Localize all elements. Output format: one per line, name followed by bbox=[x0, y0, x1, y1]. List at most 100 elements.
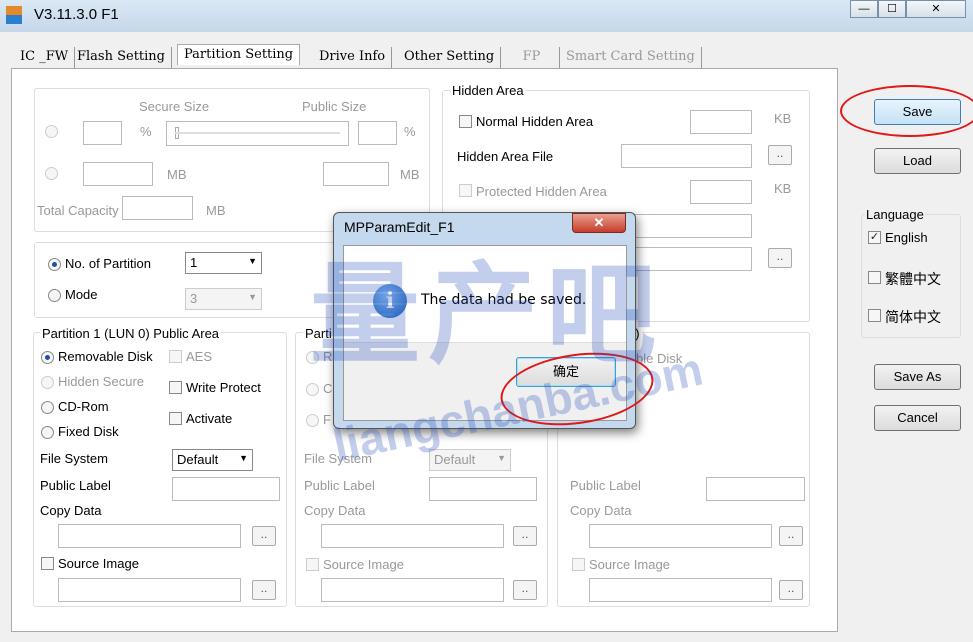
secure-mb-input[interactable] bbox=[83, 162, 153, 186]
kb-unit: KB bbox=[774, 111, 792, 126]
hidden-secure-label: Hidden Secure bbox=[58, 374, 144, 389]
source-image-input[interactable] bbox=[58, 578, 241, 602]
public-mb-input[interactable] bbox=[323, 162, 389, 186]
simplified-chinese-label: 简体中文 bbox=[885, 309, 941, 325]
p2-public-label-label: Public Label bbox=[304, 478, 375, 493]
activate-checkbox[interactable] bbox=[169, 412, 182, 425]
app-icon bbox=[6, 6, 22, 24]
simplified-chinese-checkbox[interactable] bbox=[868, 309, 881, 322]
p2-source-image-input[interactable] bbox=[321, 578, 504, 602]
tab-ic-fw[interactable]: IC _FW bbox=[14, 47, 76, 68]
hidden-area-file-label: Hidden Area File bbox=[457, 149, 554, 164]
fixed-disk-label: Fixed Disk bbox=[58, 424, 119, 439]
maximize-button[interactable]: ☐ bbox=[878, 0, 906, 18]
normal-hidden-area-checkbox[interactable] bbox=[459, 115, 472, 128]
language-title: Language bbox=[865, 207, 925, 222]
tab-other-setting[interactable]: Other Setting bbox=[398, 47, 502, 68]
p3-public-label-label: Public Label bbox=[570, 478, 641, 493]
mb-unit: MB bbox=[400, 167, 420, 182]
p2-copy-data-input[interactable] bbox=[321, 524, 504, 548]
tab-partition-setting[interactable]: Partition Setting bbox=[177, 44, 301, 65]
save-as-button[interactable]: Save As bbox=[874, 364, 961, 390]
load-button[interactable]: Load bbox=[874, 148, 961, 174]
file-system-select[interactable]: Default bbox=[172, 449, 253, 471]
save-highlight-ellipse bbox=[840, 85, 973, 137]
mode-radio[interactable] bbox=[48, 289, 61, 302]
english-label: English bbox=[885, 230, 928, 245]
hidden-secure-radio[interactable] bbox=[41, 376, 54, 389]
fixed-disk-radio[interactable] bbox=[41, 426, 54, 439]
cd-rom-label: CD-Rom bbox=[58, 399, 109, 414]
p2-radio-3[interactable] bbox=[306, 414, 319, 427]
public-size-label: Public Size bbox=[302, 99, 367, 114]
browse-copy-data-button[interactable]: .. bbox=[252, 526, 276, 546]
p2-public-label-input[interactable] bbox=[429, 477, 537, 501]
p2-browse-source-button[interactable]: .. bbox=[513, 580, 537, 600]
browse-protected-file-button[interactable]: .. bbox=[768, 248, 792, 268]
public-percent-input[interactable] bbox=[358, 121, 397, 145]
mode-select[interactable]: 3 bbox=[185, 288, 262, 310]
source-image-checkbox[interactable] bbox=[41, 557, 54, 570]
traditional-chinese-checkbox[interactable] bbox=[868, 271, 881, 284]
p3-source-image-checkbox[interactable] bbox=[572, 558, 585, 571]
normal-hidden-size-input[interactable] bbox=[690, 110, 752, 134]
total-capacity-input[interactable] bbox=[122, 196, 193, 220]
cancel-button[interactable]: Cancel bbox=[874, 405, 961, 431]
activate-label: Activate bbox=[186, 411, 233, 426]
p3-browse-source-button[interactable]: .. bbox=[779, 580, 803, 600]
tab-flash-setting[interactable]: Flash Setting bbox=[71, 47, 173, 68]
tab-fp[interactable]: FP bbox=[504, 47, 560, 68]
p3-copy-data-input[interactable] bbox=[589, 524, 772, 548]
copy-data-input[interactable] bbox=[58, 524, 241, 548]
mb-radio[interactable] bbox=[45, 167, 58, 180]
removable-disk-label: Removable Disk bbox=[58, 349, 153, 364]
p3-copy-data-label: Copy Data bbox=[570, 503, 632, 518]
secure-size-label: Secure Size bbox=[139, 99, 210, 114]
write-protect-label: Write Protect bbox=[186, 380, 261, 395]
p3-source-image-input[interactable] bbox=[589, 578, 772, 602]
total-capacity-label: Total Capacity bbox=[37, 203, 119, 218]
kb-unit: KB bbox=[774, 181, 792, 196]
partition-count-select[interactable]: 1 bbox=[185, 252, 262, 274]
source-image-label: Source Image bbox=[58, 556, 139, 571]
hidden-area-file-input[interactable] bbox=[621, 144, 752, 168]
percent-unit: % bbox=[404, 124, 416, 139]
partition1-title: Partition 1 (LUN 0) Public Area bbox=[40, 326, 222, 341]
size-slider[interactable] bbox=[166, 121, 349, 146]
p2-source-image-checkbox[interactable] bbox=[306, 558, 319, 571]
write-protect-checkbox[interactable] bbox=[169, 381, 182, 394]
aes-checkbox[interactable] bbox=[169, 350, 182, 363]
traditional-chinese-label: 繁體中文 bbox=[885, 271, 941, 287]
p2-copy-data-label: Copy Data bbox=[304, 503, 366, 518]
protected-hidden-size-input[interactable] bbox=[690, 180, 752, 204]
p3-browse-copy-button[interactable]: .. bbox=[779, 526, 803, 546]
p3-source-image-label: Source Image bbox=[589, 557, 670, 572]
p2-browse-copy-button[interactable]: .. bbox=[513, 526, 537, 546]
percent-radio[interactable] bbox=[45, 125, 58, 138]
copy-data-label: Copy Data bbox=[40, 503, 102, 518]
secure-percent-input[interactable] bbox=[83, 121, 122, 145]
close-button[interactable]: ✕ bbox=[906, 0, 966, 18]
browse-hidden-file-button[interactable]: .. bbox=[768, 145, 792, 165]
mb-unit: MB bbox=[206, 203, 226, 218]
tab-smart-card-setting[interactable]: Smart Card Setting bbox=[560, 47, 702, 68]
mode-label: Mode bbox=[65, 287, 98, 302]
no-of-partition-label: No. of Partition bbox=[65, 256, 151, 271]
public-label-label: Public Label bbox=[40, 478, 111, 493]
removable-disk-radio[interactable] bbox=[41, 351, 54, 364]
minimize-button[interactable]: — bbox=[850, 0, 878, 18]
normal-hidden-area-label: Normal Hidden Area bbox=[476, 114, 594, 129]
tab-drive-info[interactable]: Drive Info bbox=[313, 47, 393, 68]
p3-public-label-input[interactable] bbox=[706, 477, 805, 501]
p2-file-system-select[interactable]: Default bbox=[429, 449, 511, 471]
public-label-input[interactable] bbox=[172, 477, 280, 501]
protected-hidden-area-checkbox[interactable] bbox=[459, 184, 472, 197]
no-of-partition-radio[interactable] bbox=[48, 258, 61, 271]
aes-label: AES bbox=[186, 349, 213, 364]
p2-source-image-label: Source Image bbox=[323, 557, 404, 572]
cd-rom-radio[interactable] bbox=[41, 401, 54, 414]
protected-hidden-area-label: Protected Hidden Area bbox=[476, 184, 607, 199]
browse-source-image-button[interactable]: .. bbox=[252, 580, 276, 600]
english-checkbox[interactable]: ✓ bbox=[868, 231, 881, 244]
mb-unit: MB bbox=[167, 167, 187, 182]
